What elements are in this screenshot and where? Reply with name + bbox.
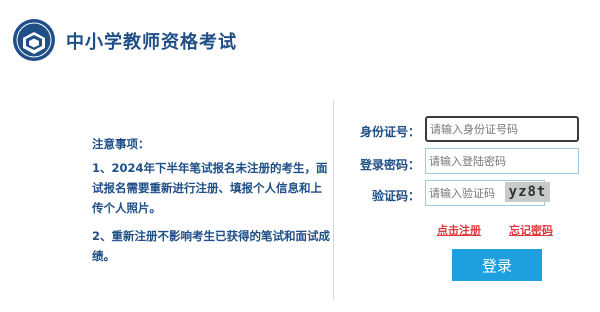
captcha-label: 验证码： <box>371 189 420 203</box>
login-button[interactable]: 登录 <box>452 249 542 281</box>
password-input[interactable] <box>425 148 579 174</box>
notice-title: 注意事项： <box>92 137 150 151</box>
id-number-input[interactable] <box>425 116 579 142</box>
register-link[interactable]: 点击注册 <box>437 222 481 238</box>
notice-item: 2、重新注册不影响考生已获得的笔试和面试成绩。 <box>92 229 330 263</box>
notice-panel: 注意事项： 1、2024年下半年笔试报名未注册的考生，面试报名需要重新进行注册、… <box>92 136 332 274</box>
captcha-image[interactable]: yz8t <box>505 182 550 202</box>
site-title: 中小学教师资格考试 <box>66 32 237 53</box>
notice-item: 1、2024年下半年笔试报名未注册的考生，面试报名需要重新进行注册、填报个人信息… <box>92 161 328 215</box>
site-logo-icon <box>13 19 55 61</box>
forgot-password-link[interactable]: 忘记密码 <box>509 222 553 238</box>
divider <box>333 100 334 300</box>
id-label: 身份证号： <box>359 125 420 139</box>
password-label: 登录密码： <box>359 158 420 172</box>
